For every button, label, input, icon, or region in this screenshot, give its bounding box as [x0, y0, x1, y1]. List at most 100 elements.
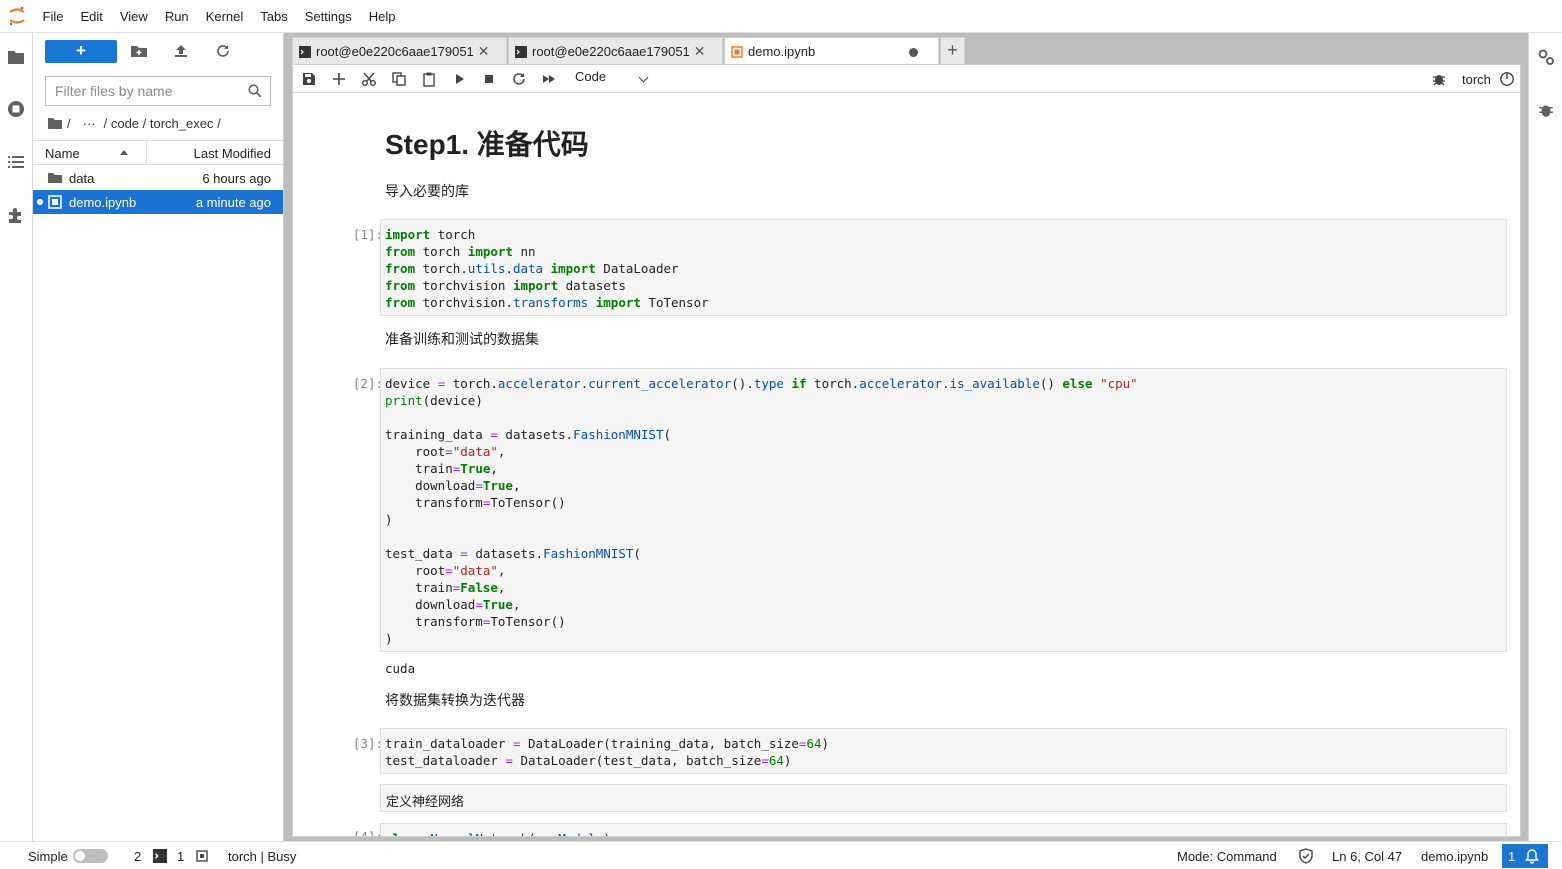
menu-bar: File Edit View Run Kernel Tabs Settings … [0, 0, 1562, 33]
running-indicator [37, 199, 43, 205]
markdown-text: 导入必要的库 [385, 183, 469, 199]
breadcrumb-ellipsis[interactable]: ··· [83, 116, 96, 131]
file-name: demo.ipynb [69, 195, 137, 210]
save-icon[interactable] [301, 71, 317, 87]
file-modified: 6 hours ago [202, 171, 271, 186]
tab-bar: root@e0e220c6aae179051 ✕ root@e0e220c6aae… [292, 37, 965, 65]
tab-terminal-1[interactable]: root@e0e220c6aae179051 ✕ [292, 37, 507, 64]
notebook-icon [731, 46, 743, 58]
column-name[interactable]: Name [45, 146, 80, 161]
new-folder-icon[interactable] [130, 42, 148, 60]
code-cell-4[interactable]: class NeuralNetwork(nn.Module): [380, 823, 1507, 836]
simple-mode-label: Simple [28, 849, 68, 864]
menu-run[interactable]: Run [156, 0, 197, 33]
simple-mode-toggle[interactable] [73, 849, 108, 863]
toc-icon[interactable] [6, 152, 26, 172]
debugger-icon[interactable] [1431, 71, 1447, 87]
search-icon [248, 84, 262, 98]
folder-icon[interactable] [6, 47, 26, 67]
cell-prompt: [1]: [352, 227, 383, 242]
sort-ascending-icon [120, 150, 128, 155]
terminal-count[interactable]: 2 [134, 849, 141, 864]
menu-edit[interactable]: Edit [72, 0, 111, 33]
column-last-modified[interactable]: Last Modified [194, 146, 271, 161]
kernel-icon[interactable] [195, 849, 209, 863]
upload-icon[interactable] [172, 42, 190, 60]
add-cell-icon[interactable] [331, 71, 347, 87]
menu-settings[interactable]: Settings [296, 0, 360, 33]
restart-icon[interactable] [511, 71, 527, 87]
kernel-status[interactable]: torch | Busy [228, 849, 296, 864]
code-cell-2[interactable]: device = torch.accelerator.current_accel… [380, 368, 1507, 652]
menu-help[interactable]: Help [360, 0, 404, 33]
paste-icon[interactable] [421, 71, 437, 87]
cell-type-select[interactable]: Code [575, 69, 606, 84]
chevron-down-icon[interactable] [638, 72, 649, 83]
terminal-icon [299, 46, 311, 58]
code-cell-1[interactable]: import torch from torch import nn from t… [380, 219, 1507, 316]
breadcrumb: / ··· / code / torch_exec / [48, 114, 225, 132]
markdown-text: 准备训练和测试的数据集 [385, 331, 539, 347]
property-inspector-icon[interactable] [1536, 47, 1556, 67]
tab-terminal-2[interactable]: root@e0e220c6aae179051 ✕ [508, 37, 723, 64]
extension-icon[interactable] [6, 205, 26, 225]
kernel-name[interactable]: torch [1462, 72, 1491, 87]
current-file: demo.ipynb [1421, 849, 1489, 864]
file-row-demo-ipynb[interactable]: demo.ipynb a minute ago [33, 190, 283, 214]
shield-icon[interactable] [1298, 848, 1314, 864]
notebook-toolbar: Code torch [293, 65, 1520, 93]
right-sidebar [1528, 33, 1562, 841]
file-list-header: Name Last Modified [33, 140, 283, 165]
breadcrumb-root[interactable]: / [67, 116, 71, 131]
notebook-panel: Code torch Step1. 准备代码 导入必要的库 [1]: impor… [292, 64, 1521, 837]
menu-view[interactable]: View [111, 0, 156, 33]
cell-prompt: [3]: [352, 736, 383, 751]
column-divider[interactable] [146, 141, 147, 165]
run-all-icon[interactable] [541, 71, 557, 87]
home-folder-icon[interactable] [48, 117, 62, 129]
file-row-data[interactable]: data 6 hours ago [33, 166, 283, 190]
refresh-icon[interactable] [214, 42, 232, 60]
tab-demo-ipynb[interactable]: demo.ipynb [724, 37, 939, 65]
close-icon[interactable]: ✕ [478, 38, 490, 65]
notebook-cells: Step1. 准备代码 导入必要的库 [1]: import torch fro… [293, 93, 1520, 836]
notification-count: 1 [1508, 849, 1516, 864]
menu-tabs[interactable]: Tabs [252, 0, 296, 33]
filter-files-box [45, 76, 271, 106]
tab-label: root@e0e220c6aae179051 [316, 44, 474, 59]
terminal-icon[interactable] [153, 849, 167, 863]
menu-kernel[interactable]: Kernel [197, 0, 252, 33]
markdown-cell-selected[interactable]: 定义神经网络 [380, 784, 1507, 812]
running-icon[interactable] [6, 99, 26, 119]
markdown-text: 定义神经网络 [386, 794, 465, 809]
debugger-icon[interactable] [1537, 101, 1555, 119]
stop-icon[interactable] [481, 71, 497, 87]
filter-files-input[interactable] [46, 77, 236, 105]
copy-icon[interactable] [391, 71, 407, 87]
status-bar: Simple 2 1 torch | Busy Mode: Command Ln… [0, 841, 1562, 869]
file-browser: + / ··· / code / torch_exec / Name Last … [33, 33, 284, 841]
code-cell-3[interactable]: train_dataloader = DataLoader(training_d… [380, 728, 1507, 774]
close-icon[interactable]: ✕ [694, 38, 706, 65]
kernel-status-icon [1500, 72, 1514, 86]
add-tab-button[interactable]: + [940, 37, 965, 64]
run-icon[interactable] [451, 71, 467, 87]
folder-icon [48, 173, 62, 183]
markdown-heading: Step1. 准备代码 [385, 129, 589, 160]
jupyter-logo-icon [9, 6, 25, 26]
kernel-count[interactable]: 1 [177, 849, 184, 864]
left-activity-bar [0, 33, 33, 841]
notifications-button[interactable]: 1 [1502, 844, 1548, 868]
menu-file[interactable]: File [34, 0, 72, 33]
tab-label: demo.ipynb [748, 44, 816, 59]
new-launcher-button[interactable]: + [45, 40, 117, 63]
bell-icon [1525, 849, 1539, 864]
cut-icon[interactable] [361, 71, 377, 87]
breadcrumb-path[interactable]: / code / torch_exec / [104, 116, 221, 131]
unsaved-dot-icon[interactable] [908, 48, 918, 58]
terminal-icon [515, 46, 527, 58]
cursor-position[interactable]: Ln 6, Col 47 [1332, 849, 1402, 864]
file-name: data [69, 171, 95, 186]
mode-indicator: Mode: Command [1177, 849, 1277, 864]
markdown-text: 将数据集转换为迭代器 [385, 692, 525, 708]
